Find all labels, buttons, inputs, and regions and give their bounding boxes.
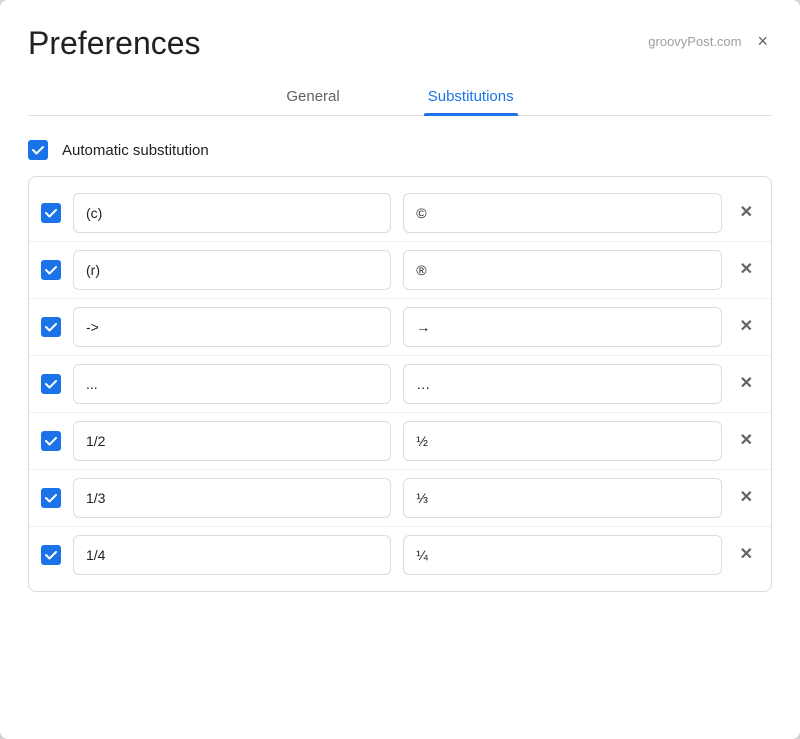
preferences-dialog: Preferences groovyPost.com × General Sub… [0, 0, 800, 739]
to-input[interactable] [403, 421, 721, 461]
substitutions-list[interactable]: ✕ ✕ ✕ [29, 177, 771, 591]
row-checkbox[interactable] [41, 431, 61, 451]
dialog-title: Preferences [28, 24, 201, 62]
from-input[interactable] [73, 250, 391, 290]
row-checkbox[interactable] [41, 317, 61, 337]
delete-button[interactable]: ✕ [734, 315, 759, 339]
from-input[interactable] [73, 193, 391, 233]
close-button[interactable]: × [753, 30, 772, 52]
delete-button[interactable]: ✕ [734, 429, 759, 453]
from-input[interactable] [73, 535, 391, 575]
tabs-container: General Substitutions [28, 78, 772, 116]
from-input[interactable] [73, 421, 391, 461]
from-input[interactable] [73, 478, 391, 518]
auto-substitution-checkbox[interactable] [28, 140, 48, 160]
to-input[interactable] [403, 478, 721, 518]
to-input[interactable] [403, 535, 721, 575]
table-row: ✕ [29, 413, 771, 470]
row-checkbox[interactable] [41, 203, 61, 223]
table-row: ✕ [29, 356, 771, 413]
delete-button[interactable]: ✕ [734, 543, 759, 567]
auto-substitution-row: Automatic substitution [28, 140, 772, 160]
row-checkbox[interactable] [41, 545, 61, 565]
delete-button[interactable]: ✕ [734, 201, 759, 225]
to-input[interactable] [403, 307, 721, 347]
row-checkbox[interactable] [41, 488, 61, 508]
auto-substitution-label: Automatic substitution [62, 142, 209, 159]
to-input[interactable] [403, 193, 721, 233]
substitutions-table: ✕ ✕ ✕ [28, 176, 772, 592]
delete-button[interactable]: ✕ [734, 372, 759, 396]
table-row: ✕ [29, 242, 771, 299]
from-input[interactable] [73, 364, 391, 404]
to-input[interactable] [403, 364, 721, 404]
tab-substitutions[interactable]: Substitutions [424, 78, 518, 115]
tab-general[interactable]: General [282, 78, 343, 115]
row-checkbox[interactable] [41, 374, 61, 394]
dialog-header: Preferences groovyPost.com × [28, 24, 772, 62]
delete-button[interactable]: ✕ [734, 258, 759, 282]
table-row: ✕ [29, 185, 771, 242]
delete-button[interactable]: ✕ [734, 486, 759, 510]
table-row: ✕ [29, 527, 771, 583]
from-input[interactable] [73, 307, 391, 347]
watermark: groovyPost.com [648, 34, 741, 49]
row-checkbox[interactable] [41, 260, 61, 280]
table-row: ✕ [29, 470, 771, 527]
table-row: ✕ [29, 299, 771, 356]
header-right: groovyPost.com × [648, 30, 772, 52]
to-input[interactable] [403, 250, 721, 290]
